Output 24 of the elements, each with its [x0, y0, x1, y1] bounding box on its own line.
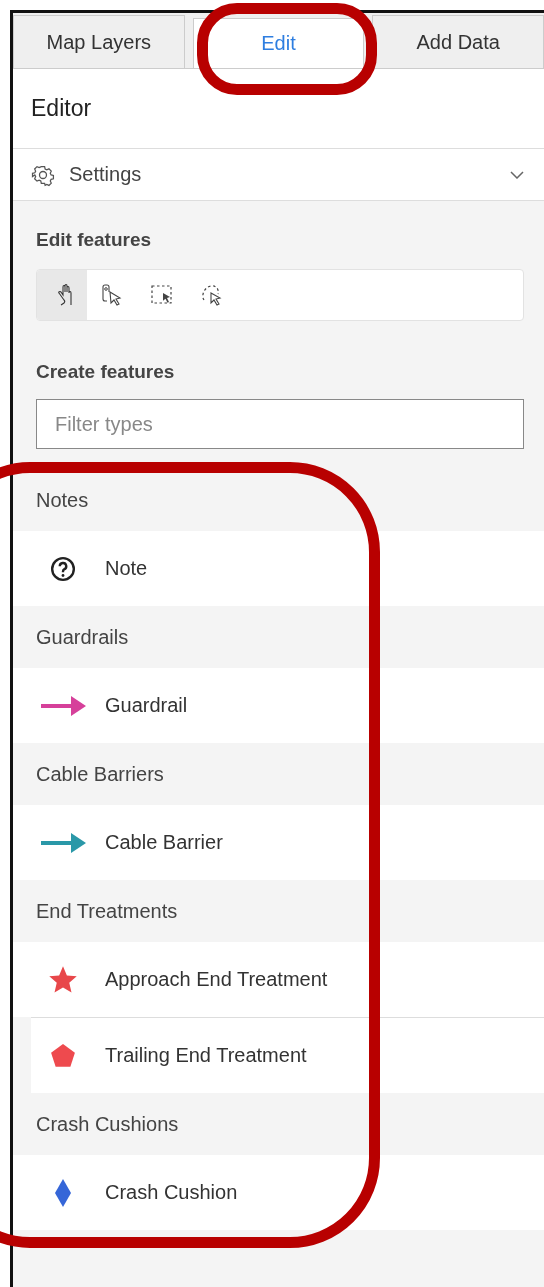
section-title: Edit features: [36, 229, 153, 251]
panel-title: Editor: [31, 95, 92, 122]
tab[interactable]: Edit: [192, 18, 365, 68]
feature-type-item[interactable]: Cable Barrier: [13, 805, 544, 880]
tab[interactable]: Add Data: [372, 15, 544, 68]
feature-type-item[interactable]: Note: [13, 531, 544, 606]
section-title: Create features: [36, 361, 176, 383]
cursor-icon: [100, 283, 124, 307]
rectangle-select-icon: [150, 283, 174, 307]
feature-type-item[interactable]: Guardrail: [13, 668, 544, 743]
chevron-icon: [510, 170, 524, 179]
feature-type-item[interactable]: Trailing End Treatment: [31, 1017, 544, 1093]
feature-type-item[interactable]: Approach End Treatment: [13, 942, 544, 1017]
filter-field[interactable]: Filter types: [36, 399, 524, 449]
feature-type-item[interactable]: Crash Cushion: [13, 1155, 544, 1230]
settings-expander[interactable]: Settings: [13, 149, 544, 201]
lasso-select-icon: [200, 283, 224, 307]
group-heading: Crash Cushions: [36, 1112, 179, 1136]
pan-tool-button[interactable]: [37, 270, 87, 320]
group-heading: Notes: [36, 488, 89, 512]
group-heading: Cable Barriers: [36, 762, 164, 786]
group-heading: Guardrails: [36, 625, 129, 649]
group-heading: End Treatments: [36, 899, 178, 923]
tab[interactable]: Map Layers: [13, 15, 185, 68]
